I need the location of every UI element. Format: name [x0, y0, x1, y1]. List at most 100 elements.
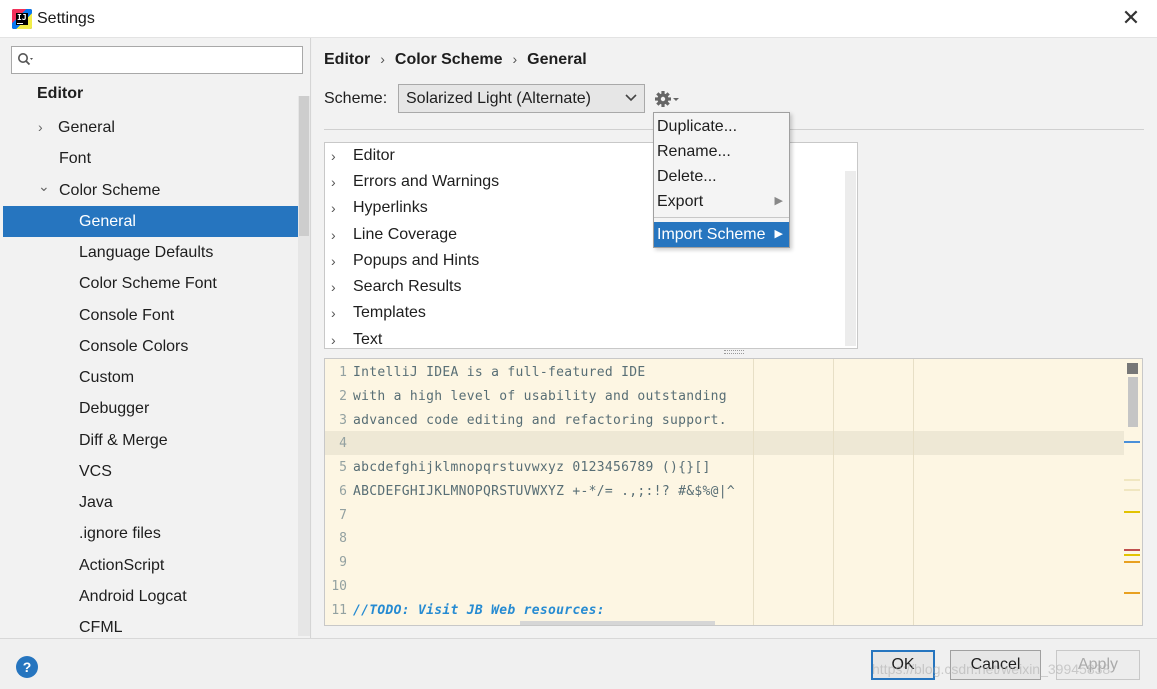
sidebar-item-color-scheme[interactable]: ⌄ Color Scheme — [0, 175, 298, 206]
inspection-status-icon[interactable] — [1127, 363, 1138, 374]
category-label: Editor — [353, 147, 395, 164]
sidebar-item-diff-merge[interactable]: Diff & Merge — [0, 425, 298, 456]
sidebar-item-font[interactable]: Font — [0, 143, 298, 174]
sidebar-scrollbar[interactable] — [298, 96, 310, 636]
submenu-arrow-icon: ▶ — [774, 228, 783, 240]
chevron-right-icon[interactable]: › — [331, 195, 336, 221]
code-line: advanced code editing and refactoring su… — [353, 413, 727, 428]
preview-editor[interactable]: 1 IntelliJ IDEA is a full-featured IDE 2… — [324, 358, 1143, 626]
preview-scrollbar-thumb[interactable] — [1128, 377, 1138, 427]
preview-vertical-scrollbar[interactable] — [1124, 359, 1142, 625]
category-label: Popups and Hints — [353, 252, 480, 269]
category-label: Hyperlinks — [353, 199, 428, 216]
sidebar-item-general[interactable]: › General — [0, 112, 298, 143]
sidebar-item-label: Diff & Merge — [79, 432, 168, 449]
menu-item-import-scheme[interactable]: Import Scheme ▶ — [654, 222, 789, 247]
sidebar-item-color-scheme-general[interactable]: General — [3, 206, 310, 237]
indent-guide — [833, 359, 834, 625]
category-scrollbar[interactable] — [845, 171, 856, 346]
sidebar-item-label: ActionScript — [79, 557, 165, 574]
error-stripe-mark[interactable] — [1124, 511, 1140, 513]
category-label: Line Coverage — [353, 226, 458, 243]
menu-item-label: Export — [657, 193, 704, 210]
code-line: IntelliJ IDEA is a full-featured IDE — [353, 365, 646, 380]
error-stripe-mark[interactable] — [1124, 489, 1140, 491]
code-line: ABCDEFGHIJKLMNOPQRSTUVWXYZ +-*/= .,;:!? … — [353, 484, 735, 499]
category-label: Errors and Warnings — [353, 173, 500, 190]
close-icon[interactable]: ✕ — [1119, 5, 1143, 31]
line-number: 1 — [339, 365, 347, 380]
chevron-down-icon[interactable]: ⌄ — [38, 171, 50, 202]
sidebar-item-language-defaults[interactable]: Language Defaults — [0, 237, 298, 268]
menu-item-export[interactable]: Export ▶ — [654, 189, 789, 214]
line-number: 3 — [339, 413, 347, 428]
sidebar-item-android-logcat[interactable]: Android Logcat — [0, 581, 298, 612]
menu-item-duplicate[interactable]: Duplicate... — [654, 114, 789, 139]
indent-guide — [753, 359, 754, 625]
scheme-label: Scheme: — [324, 90, 388, 107]
chevron-right-icon[interactable]: › — [331, 327, 336, 353]
search-input[interactable] — [11, 46, 303, 74]
chevron-right-icon[interactable]: › — [331, 274, 336, 300]
line-number: 7 — [339, 508, 347, 523]
category-label: Search Results — [353, 278, 462, 295]
title-bar: IJ Settings ✕ — [0, 0, 1157, 38]
error-stripe-mark[interactable] — [1124, 554, 1140, 556]
sidebar-item-console-colors[interactable]: Console Colors — [0, 331, 298, 362]
menu-item-delete[interactable]: Delete... — [654, 164, 789, 189]
chevron-right-icon[interactable]: › — [38, 112, 43, 143]
settings-sidebar: Editor › General Font ⌄ Color Scheme Gen… — [0, 38, 311, 638]
sidebar-item-editor[interactable]: Editor — [0, 78, 298, 109]
sidebar-item-label: Java — [79, 494, 113, 511]
sidebar-item-ignore-files[interactable]: .ignore files — [0, 518, 298, 549]
sidebar-item-java[interactable]: Java — [0, 487, 298, 518]
error-stripe-mark[interactable] — [1124, 441, 1140, 443]
sidebar-item-label: CFML — [79, 619, 123, 636]
sidebar-item-debugger[interactable]: Debugger — [0, 393, 298, 424]
category-label: Text — [353, 331, 383, 348]
sidebar-item-custom[interactable]: Custom — [0, 362, 298, 393]
help-icon[interactable]: ? — [16, 656, 38, 678]
code-line: abcdefghijklmnopqrstuvwxyz 0123456789 ()… — [353, 460, 711, 475]
sidebar-item-label: Custom — [79, 369, 135, 386]
category-search-results[interactable]: › Search Results — [325, 274, 845, 300]
preview-horizontal-scrollbar[interactable] — [520, 621, 715, 625]
splitter-handle[interactable] — [724, 350, 744, 354]
gear-icon[interactable] — [654, 89, 684, 109]
breadcrumb-color-scheme[interactable]: Color Scheme — [395, 51, 503, 69]
category-popups-and-hints[interactable]: › Popups and Hints — [325, 248, 845, 274]
category-templates[interactable]: › Templates — [325, 300, 845, 326]
sidebar-item-console-font[interactable]: Console Font — [0, 300, 298, 331]
watermark: https://blog.csdn.net/weixin_39945838 — [872, 661, 1111, 677]
breadcrumb-editor[interactable]: Editor — [324, 51, 370, 69]
category-label: Templates — [353, 304, 426, 321]
line-number: 11 — [331, 603, 347, 618]
sidebar-item-actionscript[interactable]: ActionScript — [0, 550, 298, 581]
chevron-right-icon[interactable]: › — [331, 143, 336, 169]
line-number: 8 — [339, 531, 347, 546]
sidebar-item-cfml[interactable]: CFML — [0, 612, 298, 638]
sidebar-item-label: General — [79, 213, 136, 230]
chevron-down-icon — [624, 85, 638, 121]
chevron-right-icon[interactable]: › — [331, 248, 336, 274]
category-text[interactable]: › Text — [325, 327, 845, 353]
error-stripe-mark[interactable] — [1124, 561, 1140, 563]
chevron-right-icon[interactable]: › — [331, 169, 336, 195]
error-stripe-mark[interactable] — [1124, 549, 1140, 551]
sidebar-item-label: .ignore files — [79, 525, 161, 542]
sidebar-item-color-scheme-font[interactable]: Color Scheme Font — [0, 268, 298, 299]
dialog-button-bar: ? OK Cancel Apply https://blog.csdn.net/… — [0, 638, 1157, 689]
chevron-right-icon[interactable]: › — [331, 222, 336, 248]
chevron-right-icon[interactable]: › — [331, 300, 336, 326]
scheme-dropdown[interactable]: Solarized Light (Alternate) — [398, 84, 645, 113]
scheme-actions-menu: Duplicate... Rename... Delete... Export … — [653, 112, 790, 248]
error-stripe-mark[interactable] — [1124, 592, 1140, 594]
breadcrumb-general: General — [527, 51, 587, 68]
line-number: 4 — [339, 436, 347, 451]
menu-item-rename[interactable]: Rename... — [654, 139, 789, 164]
current-line-highlight — [325, 431, 1125, 455]
sidebar-item-vcs[interactable]: VCS — [0, 456, 298, 487]
sidebar-scrollbar-thumb[interactable] — [299, 96, 309, 236]
error-stripe-mark[interactable] — [1124, 479, 1140, 481]
line-number: 10 — [331, 579, 347, 594]
